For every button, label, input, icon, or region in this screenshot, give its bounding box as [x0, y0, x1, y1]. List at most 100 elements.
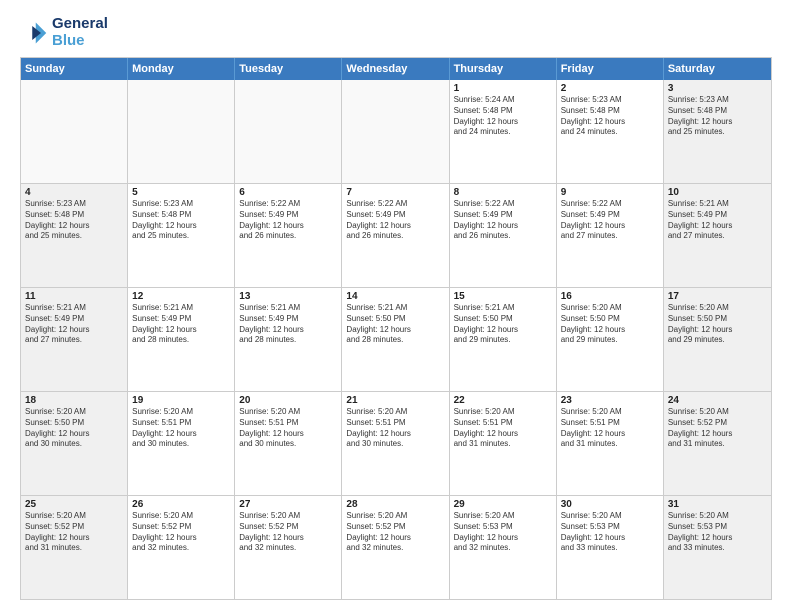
- calendar-cell: 3Sunrise: 5:23 AM Sunset: 5:48 PM Daylig…: [664, 80, 771, 183]
- weekday-header: Tuesday: [235, 58, 342, 80]
- day-info: Sunrise: 5:20 AM Sunset: 5:52 PM Dayligh…: [132, 511, 230, 554]
- day-info: Sunrise: 5:20 AM Sunset: 5:50 PM Dayligh…: [561, 303, 659, 346]
- day-info: Sunrise: 5:20 AM Sunset: 5:53 PM Dayligh…: [561, 511, 659, 554]
- day-info: Sunrise: 5:20 AM Sunset: 5:52 PM Dayligh…: [25, 511, 123, 554]
- day-info: Sunrise: 5:23 AM Sunset: 5:48 PM Dayligh…: [25, 199, 123, 242]
- calendar-row: 18Sunrise: 5:20 AM Sunset: 5:50 PM Dayli…: [21, 391, 771, 495]
- calendar-cell: 14Sunrise: 5:21 AM Sunset: 5:50 PM Dayli…: [342, 288, 449, 391]
- calendar-cell: 13Sunrise: 5:21 AM Sunset: 5:49 PM Dayli…: [235, 288, 342, 391]
- calendar-cell: 24Sunrise: 5:20 AM Sunset: 5:52 PM Dayli…: [664, 392, 771, 495]
- calendar-cell: 16Sunrise: 5:20 AM Sunset: 5:50 PM Dayli…: [557, 288, 664, 391]
- calendar-header: SundayMondayTuesdayWednesdayThursdayFrid…: [21, 58, 771, 80]
- calendar-cell: 12Sunrise: 5:21 AM Sunset: 5:49 PM Dayli…: [128, 288, 235, 391]
- calendar-row: 1Sunrise: 5:24 AM Sunset: 5:48 PM Daylig…: [21, 80, 771, 183]
- weekday-header: Saturday: [664, 58, 771, 80]
- day-info: Sunrise: 5:21 AM Sunset: 5:49 PM Dayligh…: [132, 303, 230, 346]
- weekday-header: Sunday: [21, 58, 128, 80]
- day-number: 15: [454, 291, 552, 302]
- weekday-header: Monday: [128, 58, 235, 80]
- day-info: Sunrise: 5:20 AM Sunset: 5:53 PM Dayligh…: [454, 511, 552, 554]
- day-info: Sunrise: 5:21 AM Sunset: 5:49 PM Dayligh…: [239, 303, 337, 346]
- day-info: Sunrise: 5:23 AM Sunset: 5:48 PM Dayligh…: [561, 95, 659, 138]
- day-number: 14: [346, 291, 444, 302]
- calendar-cell: 11Sunrise: 5:21 AM Sunset: 5:49 PM Dayli…: [21, 288, 128, 391]
- day-number: 30: [561, 499, 659, 510]
- day-number: 29: [454, 499, 552, 510]
- day-number: 27: [239, 499, 337, 510]
- day-info: Sunrise: 5:20 AM Sunset: 5:52 PM Dayligh…: [239, 511, 337, 554]
- day-number: 19: [132, 395, 230, 406]
- day-info: Sunrise: 5:20 AM Sunset: 5:52 PM Dayligh…: [346, 511, 444, 554]
- calendar: SundayMondayTuesdayWednesdayThursdayFrid…: [20, 57, 772, 600]
- day-number: 28: [346, 499, 444, 510]
- day-number: 11: [25, 291, 123, 302]
- calendar-cell: 30Sunrise: 5:20 AM Sunset: 5:53 PM Dayli…: [557, 496, 664, 599]
- day-number: 25: [25, 499, 123, 510]
- calendar-cell: 21Sunrise: 5:20 AM Sunset: 5:51 PM Dayli…: [342, 392, 449, 495]
- day-number: 23: [561, 395, 659, 406]
- logo-icon: [20, 19, 48, 47]
- day-number: 10: [668, 187, 767, 198]
- calendar-row: 25Sunrise: 5:20 AM Sunset: 5:52 PM Dayli…: [21, 495, 771, 599]
- calendar-row: 11Sunrise: 5:21 AM Sunset: 5:49 PM Dayli…: [21, 287, 771, 391]
- day-number: 1: [454, 83, 552, 94]
- day-number: 13: [239, 291, 337, 302]
- weekday-header: Thursday: [450, 58, 557, 80]
- day-info: Sunrise: 5:20 AM Sunset: 5:50 PM Dayligh…: [668, 303, 767, 346]
- day-info: Sunrise: 5:23 AM Sunset: 5:48 PM Dayligh…: [132, 199, 230, 242]
- day-info: Sunrise: 5:20 AM Sunset: 5:51 PM Dayligh…: [239, 407, 337, 450]
- calendar-cell: 25Sunrise: 5:20 AM Sunset: 5:52 PM Dayli…: [21, 496, 128, 599]
- day-number: 24: [668, 395, 767, 406]
- calendar-cell: 5Sunrise: 5:23 AM Sunset: 5:48 PM Daylig…: [128, 184, 235, 287]
- calendar-cell: 15Sunrise: 5:21 AM Sunset: 5:50 PM Dayli…: [450, 288, 557, 391]
- day-number: 3: [668, 83, 767, 94]
- day-info: Sunrise: 5:24 AM Sunset: 5:48 PM Dayligh…: [454, 95, 552, 138]
- day-info: Sunrise: 5:22 AM Sunset: 5:49 PM Dayligh…: [561, 199, 659, 242]
- calendar-cell: 31Sunrise: 5:20 AM Sunset: 5:53 PM Dayli…: [664, 496, 771, 599]
- logo-area: General Blue: [20, 16, 108, 49]
- day-number: 8: [454, 187, 552, 198]
- weekday-header: Friday: [557, 58, 664, 80]
- day-number: 31: [668, 499, 767, 510]
- header: General Blue: [20, 16, 772, 49]
- day-info: Sunrise: 5:21 AM Sunset: 5:50 PM Dayligh…: [346, 303, 444, 346]
- calendar-cell: 10Sunrise: 5:21 AM Sunset: 5:49 PM Dayli…: [664, 184, 771, 287]
- day-info: Sunrise: 5:22 AM Sunset: 5:49 PM Dayligh…: [454, 199, 552, 242]
- calendar-cell: 17Sunrise: 5:20 AM Sunset: 5:50 PM Dayli…: [664, 288, 771, 391]
- calendar-cell: 22Sunrise: 5:20 AM Sunset: 5:51 PM Dayli…: [450, 392, 557, 495]
- page: General Blue SundayMondayTuesdayWednesda…: [0, 0, 792, 612]
- day-number: 2: [561, 83, 659, 94]
- day-info: Sunrise: 5:22 AM Sunset: 5:49 PM Dayligh…: [346, 199, 444, 242]
- day-info: Sunrise: 5:21 AM Sunset: 5:49 PM Dayligh…: [668, 199, 767, 242]
- calendar-cell: 20Sunrise: 5:20 AM Sunset: 5:51 PM Dayli…: [235, 392, 342, 495]
- calendar-cell: [128, 80, 235, 183]
- day-number: 20: [239, 395, 337, 406]
- day-number: 9: [561, 187, 659, 198]
- calendar-cell: 27Sunrise: 5:20 AM Sunset: 5:52 PM Dayli…: [235, 496, 342, 599]
- calendar-body: 1Sunrise: 5:24 AM Sunset: 5:48 PM Daylig…: [21, 80, 771, 599]
- day-info: Sunrise: 5:21 AM Sunset: 5:50 PM Dayligh…: [454, 303, 552, 346]
- calendar-cell: 1Sunrise: 5:24 AM Sunset: 5:48 PM Daylig…: [450, 80, 557, 183]
- calendar-cell: [342, 80, 449, 183]
- day-number: 4: [25, 187, 123, 198]
- day-number: 21: [346, 395, 444, 406]
- calendar-cell: [235, 80, 342, 183]
- day-number: 17: [668, 291, 767, 302]
- day-info: Sunrise: 5:20 AM Sunset: 5:50 PM Dayligh…: [25, 407, 123, 450]
- day-info: Sunrise: 5:20 AM Sunset: 5:51 PM Dayligh…: [454, 407, 552, 450]
- calendar-cell: 4Sunrise: 5:23 AM Sunset: 5:48 PM Daylig…: [21, 184, 128, 287]
- day-info: Sunrise: 5:22 AM Sunset: 5:49 PM Dayligh…: [239, 199, 337, 242]
- calendar-cell: 18Sunrise: 5:20 AM Sunset: 5:50 PM Dayli…: [21, 392, 128, 495]
- day-info: Sunrise: 5:21 AM Sunset: 5:49 PM Dayligh…: [25, 303, 123, 346]
- calendar-cell: 6Sunrise: 5:22 AM Sunset: 5:49 PM Daylig…: [235, 184, 342, 287]
- calendar-cell: 9Sunrise: 5:22 AM Sunset: 5:49 PM Daylig…: [557, 184, 664, 287]
- day-number: 7: [346, 187, 444, 198]
- calendar-row: 4Sunrise: 5:23 AM Sunset: 5:48 PM Daylig…: [21, 183, 771, 287]
- calendar-cell: 29Sunrise: 5:20 AM Sunset: 5:53 PM Dayli…: [450, 496, 557, 599]
- calendar-cell: 8Sunrise: 5:22 AM Sunset: 5:49 PM Daylig…: [450, 184, 557, 287]
- calendar-cell: 19Sunrise: 5:20 AM Sunset: 5:51 PM Dayli…: [128, 392, 235, 495]
- day-number: 26: [132, 499, 230, 510]
- day-info: Sunrise: 5:23 AM Sunset: 5:48 PM Dayligh…: [668, 95, 767, 138]
- day-number: 5: [132, 187, 230, 198]
- day-info: Sunrise: 5:20 AM Sunset: 5:51 PM Dayligh…: [132, 407, 230, 450]
